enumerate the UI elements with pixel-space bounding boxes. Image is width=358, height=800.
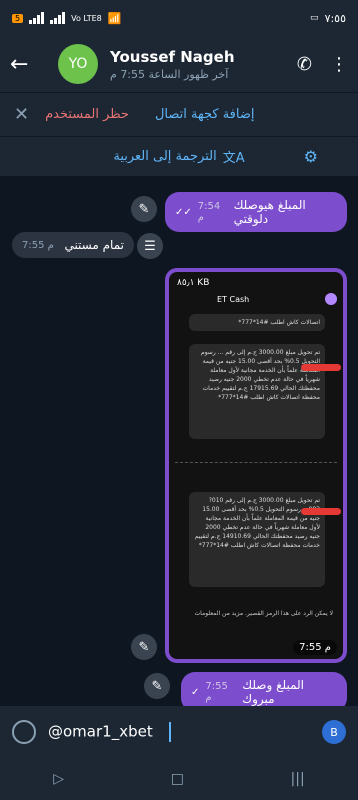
bot-icon[interactable]: B: [322, 720, 346, 744]
signal-icon: [29, 12, 45, 24]
nav-menu-icon[interactable]: |||: [291, 771, 305, 787]
wifi-icon: 📶: [107, 11, 122, 25]
message-text: تمام مستني: [64, 238, 124, 252]
message-bubble[interactable]: ✓ 7:55 م المبلغ وصلك مبروك: [181, 672, 347, 706]
clock: ٧:٥٥: [324, 11, 346, 25]
close-icon[interactable]: ✕: [14, 104, 29, 125]
screenshot-image[interactable]: ٨٥٫١ KB ET Cash اتصالات كاش اطلب #14*777…: [169, 272, 343, 659]
translate-icon: 文A: [222, 151, 245, 166]
sms-message: تم تحويل مبلغ 3000.00 ج.م إلى رقم 010?08…: [189, 492, 325, 587]
arrow-left-icon[interactable]: ←: [10, 52, 42, 77]
block-user-button[interactable]: حظر المستخدم: [45, 107, 129, 122]
menu-icon[interactable]: ☰: [137, 233, 163, 259]
read-receipt-icon: ✓: [191, 686, 200, 698]
sms-note: لا يمكن الرد على هذا الرمز القصير. مزيد …: [194, 610, 333, 617]
message-text: المبلغ وصلك مبروك: [242, 678, 304, 706]
image-message[interactable]: ٨٥٫١ KB ET Cash اتصالات كاش اطلب #14*777…: [165, 268, 347, 663]
message-bubble[interactable]: 7:55 م تمام مستني: [12, 232, 134, 258]
avatar[interactable]: YO: [58, 44, 98, 84]
message-time: 7:55 م: [205, 681, 228, 703]
message-time: 7:55 م: [22, 239, 54, 251]
message-input-bar: @omar1_xbet B: [0, 706, 358, 758]
sms-message: تم تحويل مبلغ 3000.00 ج.م إلى رقم ... رس…: [189, 344, 325, 439]
navigation-bar: ▷ □ |||: [0, 758, 358, 800]
file-size: ٨٥٫١ KB: [177, 278, 210, 288]
phone-icon[interactable]: ✆: [297, 54, 312, 75]
emoji-icon[interactable]: [12, 720, 36, 744]
sms-preview: اتصالات كاش اطلب #14*777*: [189, 314, 325, 331]
signal-icon-2: [50, 12, 66, 24]
network-label: Vo LTE8: [71, 13, 102, 23]
text-caret: [169, 722, 172, 742]
message-text: المبلغ هيوصلك دلوقتي: [233, 198, 306, 226]
contact-name: Youssef Nageh: [110, 47, 235, 66]
et-cash-title: ET Cash: [217, 294, 250, 304]
edit-icon[interactable]: ✎: [144, 673, 170, 699]
contact-info[interactable]: Youssef Nageh آخر ظهور الساعة 7:55 م: [110, 48, 235, 81]
et-cash-bar: ET Cash: [169, 290, 343, 308]
edit-icon[interactable]: ✎: [131, 634, 157, 660]
chat-header: ← YO Youssef Nageh آخر ظهور الساعة 7:55 …: [0, 36, 358, 92]
message-bubble[interactable]: ✓✓ 7:54 م المبلغ هيوصلك دلوقتي: [165, 192, 347, 232]
read-receipt-icon: ✓✓: [175, 206, 192, 218]
status-bar: 5 Vo LTE8 📶 ▭ ٧:٥٥: [0, 0, 358, 36]
last-seen: آخر ظهور الساعة 7:55 م: [110, 67, 229, 81]
edit-icon[interactable]: ✎: [131, 196, 157, 222]
divider: [175, 462, 337, 463]
translate-bar[interactable]: الترجمة إلى العربية 文A ⚙: [0, 136, 358, 176]
profile-icon: [325, 293, 337, 305]
battery-icon: ▭: [310, 13, 319, 23]
nav-back-icon[interactable]: ▷: [53, 771, 64, 787]
message-time: 7:54 م: [197, 201, 221, 223]
message-time: 7:55 م: [293, 640, 337, 655]
action-bar: ✕ حظر المستخدم إضافة كجهة اتصال: [0, 92, 358, 136]
redaction-mark: [301, 508, 341, 515]
translate-label: الترجمة إلى العربية: [113, 149, 217, 164]
sim-badge: 5: [12, 13, 24, 23]
nav-home-icon[interactable]: □: [171, 771, 184, 787]
sliders-icon[interactable]: ⚙: [304, 147, 318, 166]
redaction-mark: [301, 364, 341, 371]
add-contact-button[interactable]: إضافة كجهة اتصال: [155, 107, 255, 122]
message-list: ✎ ✓✓ 7:54 م المبلغ هيوصلك دلوقتي 7:55 م …: [0, 176, 358, 706]
message-input-value: @omar1_xbet: [48, 722, 153, 741]
message-input[interactable]: @omar1_xbet: [48, 722, 322, 742]
more-vertical-icon[interactable]: ⋮: [330, 54, 348, 75]
